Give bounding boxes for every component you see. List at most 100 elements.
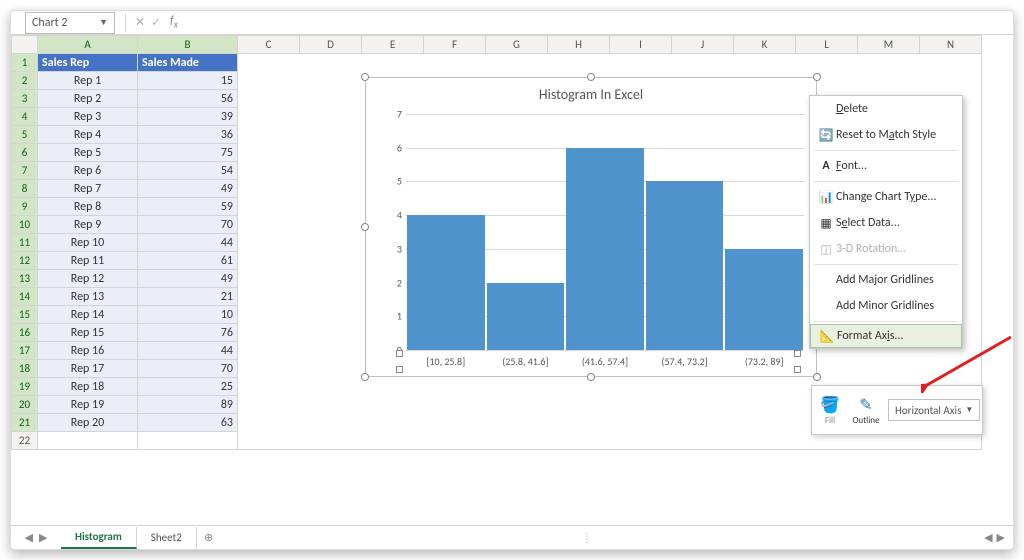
column-header-J[interactable]: J <box>672 36 734 54</box>
resize-handle[interactable] <box>587 73 595 81</box>
confirm-icon[interactable]: ✓ <box>148 15 164 30</box>
row-header[interactable]: 2 <box>12 72 38 90</box>
menu-reset-style[interactable]: 🔄Reset to Match Style <box>810 122 962 148</box>
column-header-C[interactable]: C <box>238 36 300 54</box>
column-header-B[interactable]: B <box>138 36 238 54</box>
cell[interactable]: Rep 2 <box>38 90 138 108</box>
column-header-G[interactable]: G <box>486 36 548 54</box>
row-header[interactable]: 6 <box>12 144 38 162</box>
cell[interactable]: Rep 5 <box>38 144 138 162</box>
row-header[interactable]: 16 <box>12 324 38 342</box>
resize-handle[interactable] <box>361 73 369 81</box>
cell[interactable]: 63 <box>138 414 238 432</box>
cell[interactable]: 70 <box>138 360 238 378</box>
cell[interactable]: 49 <box>138 180 238 198</box>
select-all-corner[interactable] <box>12 36 38 54</box>
column-header-I[interactable]: I <box>610 36 672 54</box>
column-header-E[interactable]: E <box>362 36 424 54</box>
cell[interactable] <box>138 432 238 450</box>
cell[interactable]: Rep 16 <box>38 342 138 360</box>
axis-handle[interactable] <box>396 366 403 373</box>
chart-plot-area[interactable]: 01234567[10, 25.8](25.8, 41.6](41.6, 57.… <box>406 114 804 350</box>
cell[interactable]: 21 <box>138 288 238 306</box>
cell[interactable]: 70 <box>138 216 238 234</box>
row-header[interactable]: 7 <box>12 162 38 180</box>
row-header[interactable]: 3 <box>12 90 38 108</box>
menu-add-major-gridlines[interactable]: Add Major Gridlines <box>810 267 962 293</box>
row-header[interactable]: 17 <box>12 342 38 360</box>
cell[interactable]: Rep 9 <box>38 216 138 234</box>
row-header[interactable]: 20 <box>12 396 38 414</box>
row-header[interactable]: 8 <box>12 180 38 198</box>
cell[interactable]: 36 <box>138 126 238 144</box>
menu-select-data[interactable]: ▦Select Data... <box>810 210 962 236</box>
prev-icon[interactable]: ◀ <box>25 531 33 544</box>
cell[interactable]: Rep 3 <box>38 108 138 126</box>
outline-button[interactable]: ✎ Outline <box>848 388 884 432</box>
column-header-F[interactable]: F <box>424 36 486 54</box>
cell[interactable]: Rep 20 <box>38 414 138 432</box>
axis-handle[interactable] <box>794 350 801 357</box>
column-header-L[interactable]: L <box>796 36 858 54</box>
menu-add-minor-gridlines[interactable]: Add Minor Gridlines <box>810 293 962 319</box>
next-icon[interactable]: ▶ <box>39 531 47 544</box>
cell[interactable]: Rep 10 <box>38 234 138 252</box>
row-header[interactable]: 11 <box>12 234 38 252</box>
chart-title[interactable]: Histogram In Excel <box>366 78 816 103</box>
histogram-bar[interactable] <box>407 215 485 350</box>
column-header-N[interactable]: N <box>920 36 982 54</box>
fill-button[interactable]: 🪣 Fill <box>812 388 848 432</box>
cell[interactable]: Rep 1 <box>38 72 138 90</box>
add-sheet-button[interactable]: ⊕ <box>197 531 221 544</box>
cell[interactable]: 54 <box>138 162 238 180</box>
horizontal-scrollbar[interactable]: ⁞ <box>221 531 953 544</box>
x-axis-selection[interactable] <box>400 352 810 372</box>
histogram-bar[interactable] <box>646 181 724 350</box>
row-header[interactable]: 15 <box>12 306 38 324</box>
axis-handle[interactable] <box>396 350 403 357</box>
cell[interactable]: 75 <box>138 144 238 162</box>
column-header-M[interactable]: M <box>858 36 920 54</box>
cell[interactable]: 89 <box>138 396 238 414</box>
cell[interactable]: 59 <box>138 198 238 216</box>
cell[interactable]: 44 <box>138 234 238 252</box>
cell[interactable]: Rep 19 <box>38 396 138 414</box>
scroll-buttons[interactable]: ◀▶ <box>953 531 1013 544</box>
cell[interactable] <box>38 432 138 450</box>
cell[interactable]: 56 <box>138 90 238 108</box>
tab-nav[interactable]: ◀▶ <box>11 531 61 544</box>
chart-element-selector[interactable]: Horizontal Axis ▼ <box>888 399 980 421</box>
sheet-tab[interactable]: Sheet2 <box>137 527 197 549</box>
column-header-K[interactable]: K <box>734 36 796 54</box>
resize-handle[interactable] <box>361 373 369 381</box>
cell[interactable]: Rep 4 <box>38 126 138 144</box>
column-header-D[interactable]: D <box>300 36 362 54</box>
cell[interactable]: Rep 14 <box>38 306 138 324</box>
row-header[interactable]: 9 <box>12 198 38 216</box>
chart-object[interactable]: Histogram In Excel 01234567[10, 25.8](25… <box>365 77 817 377</box>
menu-delete[interactable]: Delete <box>810 96 962 122</box>
resize-handle[interactable] <box>813 73 821 81</box>
cell[interactable]: Rep 13 <box>38 288 138 306</box>
cell[interactable]: Sales Made <box>138 54 238 72</box>
fx-icon[interactable]: fx <box>170 14 178 30</box>
cell[interactable]: 44 <box>138 342 238 360</box>
axis-handle[interactable] <box>794 366 801 373</box>
row-header[interactable]: 22 <box>12 432 38 450</box>
column-header-H[interactable]: H <box>548 36 610 54</box>
cancel-icon[interactable]: ✕ <box>132 15 148 30</box>
cell[interactable]: Rep 17 <box>38 360 138 378</box>
worksheet-grid[interactable]: A B C D E F G H I J K L M N 1 Sales Rep … <box>11 35 1013 525</box>
row-header[interactable]: 19 <box>12 378 38 396</box>
cell[interactable]: 10 <box>138 306 238 324</box>
row-header[interactable]: 5 <box>12 126 38 144</box>
cell[interactable]: 25 <box>138 378 238 396</box>
row-header[interactable]: 10 <box>12 216 38 234</box>
resize-handle[interactable] <box>587 373 595 381</box>
name-box[interactable]: Chart 2 ▼ <box>25 12 115 34</box>
cell[interactable]: Sales Rep <box>38 54 138 72</box>
row-header[interactable]: 13 <box>12 270 38 288</box>
row-header[interactable]: 12 <box>12 252 38 270</box>
row-header[interactable]: 4 <box>12 108 38 126</box>
cell[interactable]: 61 <box>138 252 238 270</box>
